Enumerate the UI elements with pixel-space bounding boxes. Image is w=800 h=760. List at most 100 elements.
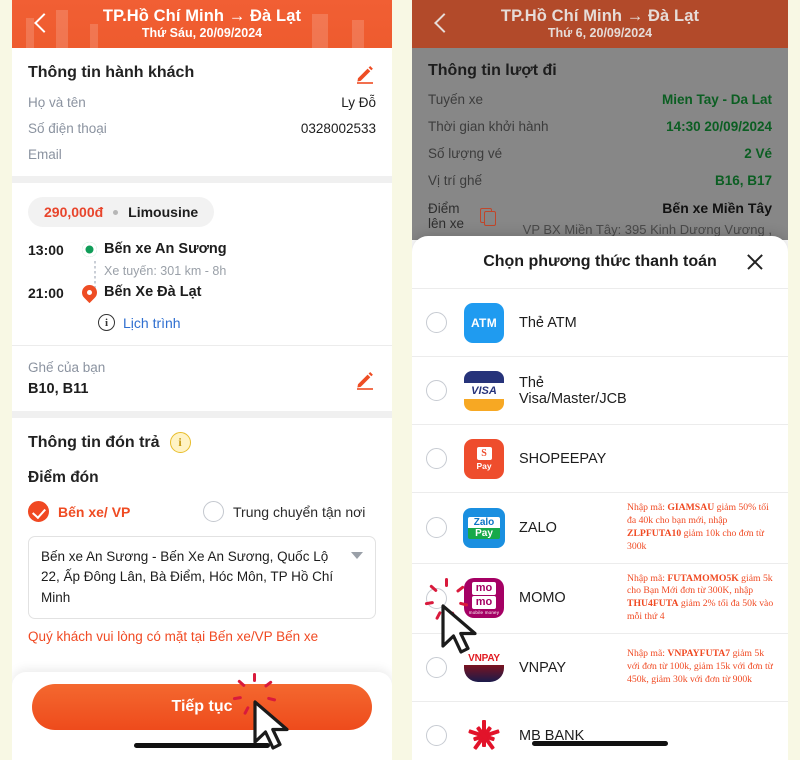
page-subtitle: Thứ 6, 20/09/2024	[547, 26, 653, 41]
row-value: 2 Vé	[744, 146, 772, 161]
payment-method-zalo[interactable]: Zalo Pay ZALO Nhập mã: GIAMSAU giảm 50% t…	[412, 492, 788, 563]
close-icon[interactable]	[744, 251, 766, 273]
trip-info-row-seats: Vị trí ghế B16, B17	[428, 173, 772, 188]
back-icon[interactable]	[430, 13, 452, 35]
back-icon[interactable]	[30, 13, 52, 35]
method-label: VNPAY	[519, 659, 567, 676]
momo-promo-text: Nhập mã: FUTAMOMO5K giảm 5k cho Bạn Mới …	[627, 572, 774, 623]
radio-unchecked-icon	[203, 501, 224, 522]
page-title: TP.Hồ Chí Minh → Đà Lạt	[102, 6, 302, 25]
row-label: Vị trí ghế	[428, 173, 483, 188]
schedule-link-label: Lịch trình	[123, 314, 181, 331]
row-label: Thời gian khởi hành	[428, 119, 549, 134]
trip-info-row-departure: Thời gian khởi hành 14:30 20/09/2024	[428, 119, 772, 134]
fare-chip: 290,000đ Limousine	[28, 197, 215, 227]
seat-section: Ghế của bạn B10, B11	[12, 346, 392, 411]
home-indicator	[532, 741, 668, 746]
radio-checked-icon	[28, 501, 49, 522]
method-label: Thẻ Visa/Master/JCB	[519, 374, 627, 407]
route-destination-row: 21:00 Bến Xe Đà Lạt	[28, 284, 376, 304]
passenger-section: Thông tin hành khách Họ và tên Ly Đỗ Số …	[12, 48, 392, 176]
radio-unchecked-icon	[426, 587, 447, 609]
row-label: Số điện thoại	[28, 121, 107, 136]
zalopay-logo-icon: Zalo Pay	[461, 506, 507, 550]
method-label: MOMO	[519, 590, 566, 607]
payment-method-vnpay[interactable]: VNPAY VNPAY Nhập mã: VNPAYFUTA7 giảm 5k …	[412, 633, 788, 701]
radio-unchecked-icon	[426, 725, 447, 747]
row-label: Họ và tên	[28, 95, 86, 110]
visa-logo-icon: VISA	[461, 369, 507, 413]
pickup-option-station[interactable]: Bến xe/ VP	[28, 501, 203, 522]
section-divider	[12, 411, 392, 418]
mbbank-logo-icon	[461, 714, 507, 758]
passenger-row-name: Họ và tên Ly Đỗ	[28, 95, 376, 110]
method-label: Thẻ ATM	[519, 314, 577, 331]
pickup-section-title: Thông tin đón trả	[28, 433, 160, 451]
row-value: B16, B17	[714, 173, 772, 188]
pickup-options: Bến xe/ VP Trung chuyển tận nơi	[28, 501, 376, 522]
atm-logo-icon: ATM	[461, 301, 507, 345]
option-label: Bến xe/ VP	[58, 503, 131, 520]
method-label: ZALO	[519, 519, 557, 536]
row-label: Email	[28, 147, 62, 162]
edit-passenger-pencil-icon[interactable]	[354, 62, 376, 84]
section-divider	[12, 176, 392, 183]
trip-info-title: Thông tin lượt đi	[428, 62, 557, 79]
origin-ring-icon	[74, 241, 104, 257]
continue-button[interactable]: Tiếp tục	[32, 684, 372, 730]
sheet-title: Chọn phương thức thanh toán	[483, 253, 717, 270]
info-badge-icon[interactable]: i	[169, 432, 191, 453]
pickup-section: Thông tin đón trả i Điểm đón Bến xe/ VP …	[12, 418, 392, 658]
row-label: Tuyến xe	[428, 92, 484, 107]
right-header: TP.Hồ Chí Minh → Đà Lạt Thứ 6, 20/09/202…	[412, 0, 788, 48]
arrive-place: Bến Xe Đà Lạt	[104, 284, 202, 300]
chevron-down-icon	[351, 552, 363, 559]
payment-method-shopeepay[interactable]: S Pay SHOPEEPAY	[412, 424, 788, 492]
vnpay-logo-icon: VNPAY	[461, 646, 507, 690]
pickup-option-shuttle[interactable]: Trung chuyển tận nơi	[203, 501, 365, 522]
payment-method-atm[interactable]: ATM Thẻ ATM	[412, 288, 788, 356]
destination-pin-icon	[74, 284, 104, 304]
pickup-address-select[interactable]: Bến xe An Sương - Bến Xe An Sương, Quốc …	[28, 536, 376, 619]
trip-info-row-tickets: Số lượng vé 2 Vé	[428, 146, 772, 161]
payment-method-sheet: Chọn phương thức thanh toán ATM Thẻ ATM …	[412, 236, 788, 760]
chip-dot	[113, 209, 119, 215]
left-header: TP.Hồ Chí Minh → Đà Lạt Thứ Sáu, 20/09/2…	[12, 0, 392, 48]
screenshot-stage: TP.Hồ Chí Minh → Đà Lạt Thứ Sáu, 20/09/2…	[0, 0, 800, 760]
passenger-row-email: Email	[28, 147, 376, 162]
boarding-label-group: Điểm lên xe	[428, 201, 496, 231]
payment-method-momo[interactable]: mo mo mobile money MOMO Nhập mã: FUTAMOMO5…	[412, 562, 788, 634]
page-subtitle: Thứ Sáu, 20/09/2024	[141, 26, 263, 41]
schedule-link[interactable]: i Lịch trình	[98, 314, 376, 331]
zalo-promo-text: Nhập mã: GIAMSAU giảm 50% tối đa 40k cho…	[627, 502, 769, 552]
boarding-label: Điểm lên xe	[428, 201, 465, 231]
depart-place: Bến xe An Sương	[104, 241, 227, 257]
row-value: Ly Đỗ	[341, 95, 376, 110]
payment-method-mbbank[interactable]: MB BANK	[412, 701, 788, 760]
boarding-name: Bến xe Miền Tây	[662, 200, 772, 216]
home-indicator	[134, 743, 270, 748]
route-origin-row: 13:00 Bến xe An Sương	[28, 241, 376, 258]
passenger-section-title: Thông tin hành khách	[28, 64, 195, 81]
method-label: SHOPEEPAY	[519, 450, 607, 467]
momo-logo-icon: mo mo mobile money	[461, 576, 507, 620]
passenger-row-phone: Số điện thoại 0328002533	[28, 121, 376, 136]
depart-time: 13:00	[28, 242, 64, 258]
page-title: TP.Hồ Chí Minh → Đà Lạt	[500, 6, 700, 25]
trip-section: 290,000đ Limousine 13:00 Bến xe An Sương…	[12, 183, 392, 345]
seat-label: Ghế của bạn	[28, 360, 106, 375]
arrive-time: 21:00	[28, 285, 64, 301]
route-distance-note: Xe tuyến: 301 km - 8h	[104, 264, 227, 278]
right-phone-screen: TP.Hồ Chí Minh → Đà Lạt Thứ 6, 20/09/202…	[412, 0, 788, 760]
route-timeline: 13:00 Bến xe An Sương Xe tuyến: 301 km -…	[28, 241, 376, 331]
edit-seat-pencil-icon[interactable]	[354, 368, 376, 390]
row-label: Số lượng vé	[428, 146, 503, 161]
row-value: 0328002533	[300, 121, 376, 136]
left-sticky-footer: Tiếp tục	[12, 672, 392, 760]
trip-info-row-route: Tuyến xe Mien Tay - Da Lat	[428, 92, 772, 107]
option-label: Trung chuyển tận nơi	[233, 503, 366, 520]
radio-unchecked-icon	[426, 312, 447, 333]
payment-method-visa[interactable]: VISA Thẻ Visa/Master/JCB	[412, 356, 788, 424]
row-value: Mien Tay - Da Lat	[661, 92, 772, 107]
copy-icon[interactable]	[479, 207, 496, 226]
